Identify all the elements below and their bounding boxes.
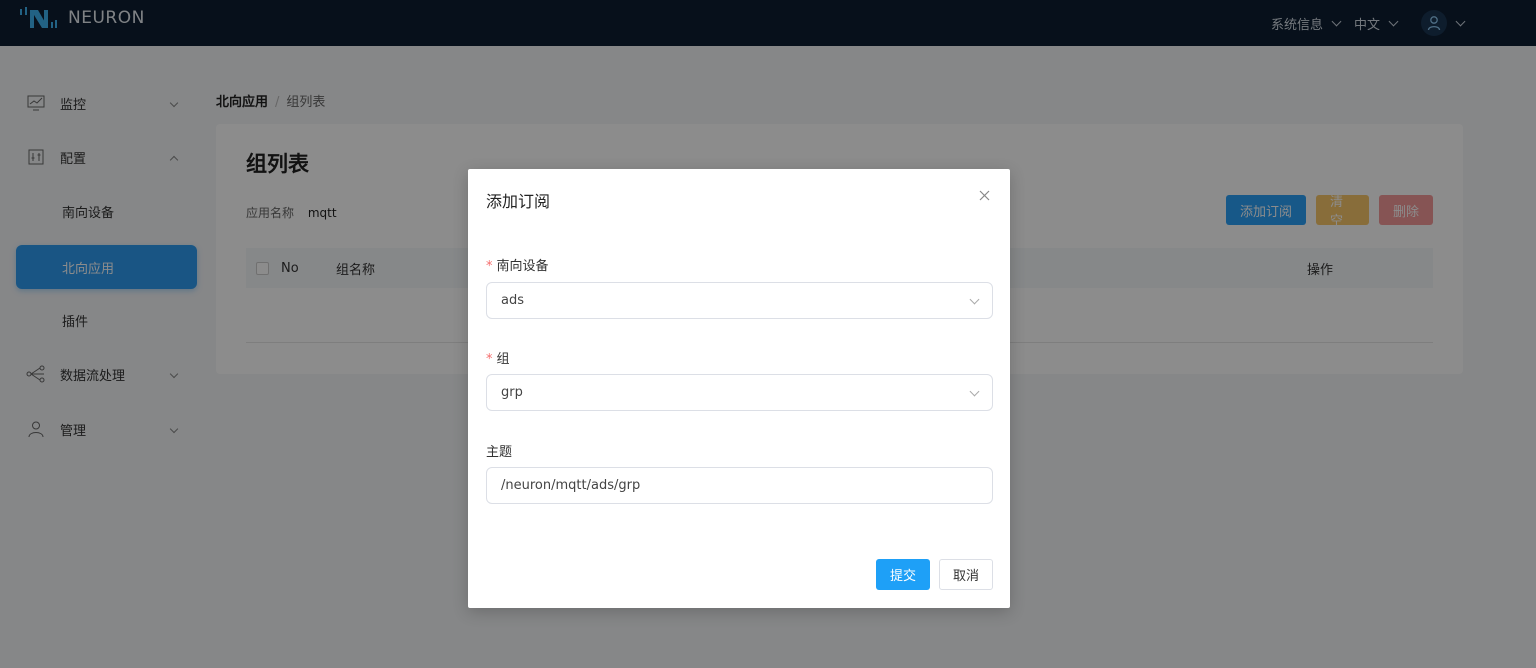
cancel-button[interactable]: 取消: [939, 559, 993, 590]
group-field-label: * 组: [486, 352, 510, 367]
submit-button[interactable]: 提交: [876, 559, 930, 590]
required-marker: *: [486, 352, 493, 367]
device-field-label: * 南向设备: [486, 259, 549, 274]
group-select-value: grp: [501, 385, 523, 400]
add-subscription-dialog: 添加订阅 * 南向设备 ads * 组 grp 主题 /neuron/mqtt/ad…: [468, 169, 1010, 608]
device-select[interactable]: ads: [486, 282, 993, 319]
dialog-title: 添加订阅: [486, 192, 551, 211]
topic-input-value: /neuron/mqtt/ads/grp: [501, 478, 641, 493]
required-marker: *: [486, 259, 493, 274]
device-select-value: ads: [501, 293, 524, 308]
topic-field-label: 主题: [486, 445, 513, 460]
group-select[interactable]: grp: [486, 374, 993, 411]
chevron-down-icon: [969, 294, 980, 305]
chevron-down-icon: [969, 386, 980, 397]
topic-input[interactable]: /neuron/mqtt/ads/grp: [486, 467, 993, 504]
close-icon[interactable]: [974, 185, 994, 205]
